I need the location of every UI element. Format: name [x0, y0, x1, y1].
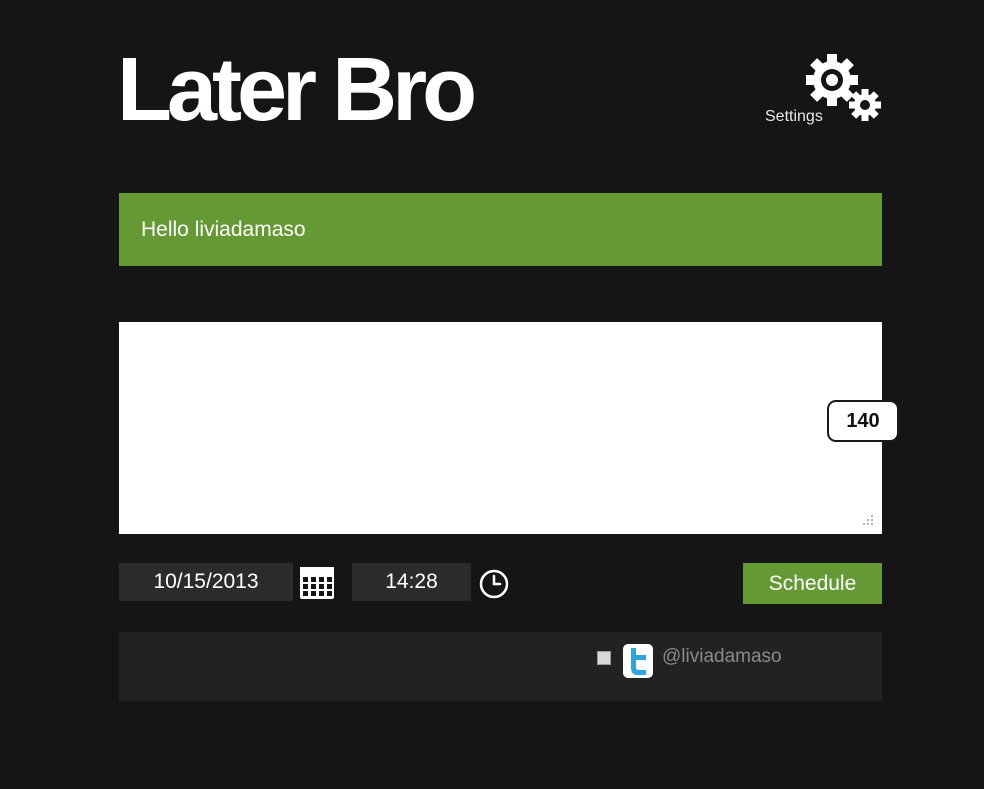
date-input[interactable] [119, 563, 293, 601]
clock-icon[interactable] [479, 569, 509, 599]
twitter-icon [623, 644, 653, 678]
schedule-button[interactable]: Schedule [743, 563, 882, 604]
small-gear-icon [849, 89, 881, 121]
app-logo: Later Bro [117, 40, 477, 140]
time-input[interactable] [352, 563, 471, 601]
resize-grip-icon[interactable] [856, 512, 876, 532]
greeting-text: Hello liviadamaso [141, 217, 306, 241]
character-counter: 140 [827, 400, 899, 442]
accounts-panel: @liviadamaso [119, 632, 882, 701]
calendar-icon[interactable] [300, 567, 334, 599]
settings-button[interactable]: Settings [760, 54, 884, 128]
greeting-banner: Hello liviadamaso [119, 193, 882, 266]
account-handle: @liviadamaso [662, 646, 782, 667]
settings-label: Settings [765, 108, 823, 125]
account-checkbox[interactable] [597, 651, 611, 665]
tweet-compose-textarea[interactable] [119, 322, 882, 534]
later-bro-app: Later Bro Settings Hello liviadamaso 140… [0, 0, 984, 789]
